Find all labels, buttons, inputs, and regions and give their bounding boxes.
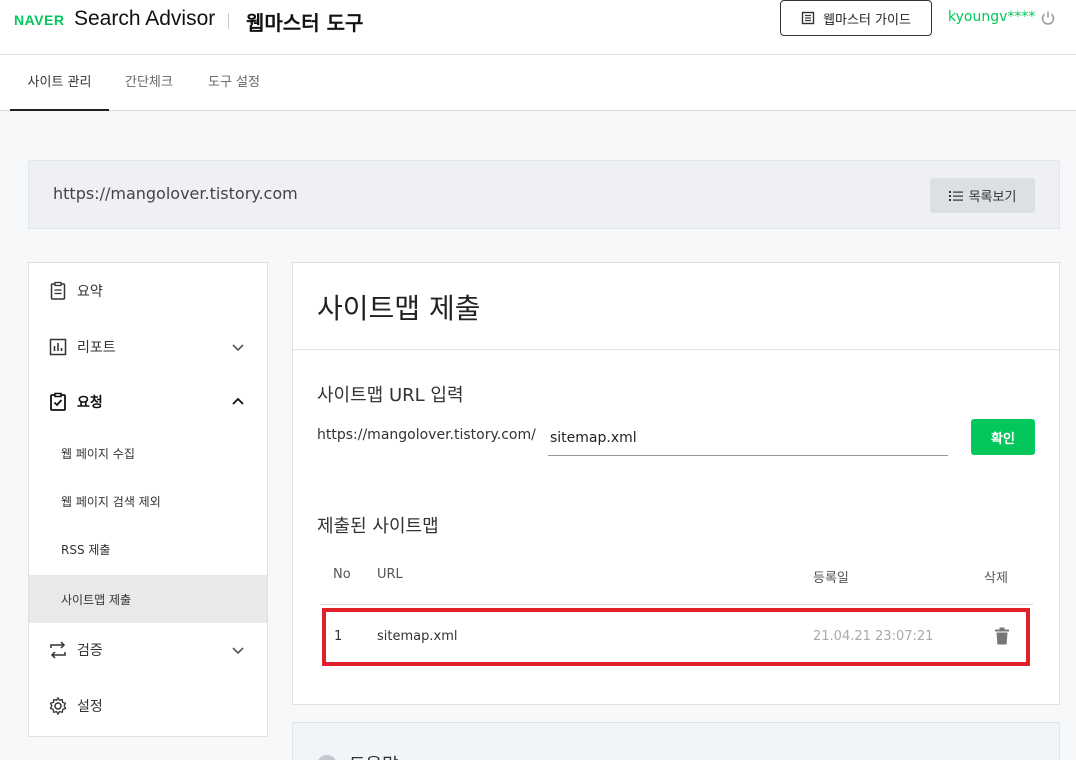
sidebar-sub-web-page-collect[interactable]: 웹 페이지 수집 [29, 429, 267, 477]
column-header-url: URL [377, 567, 403, 582]
user-id[interactable]: kyoungv**** [948, 9, 1035, 25]
clipboard-check-icon [50, 392, 66, 411]
sidebar-item-verify[interactable]: 검증 [29, 625, 267, 675]
sidebar-sub-web-page-exclude[interactable]: 웹 페이지 검색 제외 [29, 477, 267, 525]
confirm-button[interactable]: 확인 [971, 419, 1035, 455]
chevron-up-icon [232, 397, 244, 405]
sidebar-item-label: 요청 [77, 395, 103, 411]
sidebar-item-label: 검증 [77, 643, 103, 659]
sidebar-item-summary[interactable]: 요약 [29, 266, 267, 316]
table-header-divider [320, 604, 1033, 605]
sidebar-sub-label: 사이트맵 제출 [61, 592, 132, 607]
help-heading[interactable]: 도움말 [349, 751, 399, 760]
help-panel: 도움말 [292, 722, 1060, 760]
list-view-button[interactable]: 목록보기 [930, 178, 1035, 213]
url-prefix: https://mangolover.tistory.com/ [317, 427, 536, 443]
sidebar-sub-sitemap-submit[interactable]: 사이트맵 제출 [29, 575, 267, 623]
column-header-delete: 삭제 [984, 571, 1008, 586]
list-button-label: 목록보기 [968, 190, 1017, 205]
sidebar-sub-label: RSS 제출 [61, 542, 111, 557]
sidebar-sub-label: 웹 페이지 검색 제외 [61, 494, 161, 509]
tab-site-management[interactable]: 사이트 관리 [10, 55, 109, 111]
info-icon [317, 755, 337, 760]
sidebar-item-report[interactable]: 리포트 [29, 322, 267, 372]
naver-logo[interactable]: NAVER [14, 12, 64, 28]
sitemap-panel: 사이트맵 제출 사이트맵 URL 입력 https://mangolover.t… [292, 262, 1060, 705]
tab-tool-settings[interactable]: 도구 설정 [208, 55, 260, 111]
chevron-down-icon [232, 344, 244, 352]
column-header-no: No [333, 567, 351, 582]
site-url: https://mangolover.tistory.com [53, 184, 298, 203]
list-icon [948, 190, 963, 201]
top-header: NAVER Search Advisor 웹마스터 도구 웹마스터 가이드 ky… [0, 0, 1076, 55]
brand-subtitle: 웹마스터 도구 [246, 11, 364, 35]
brand-name[interactable]: Search Advisor [74, 7, 215, 31]
guide-button-label: 웹마스터 가이드 [823, 12, 911, 28]
power-icon[interactable] [1040, 10, 1056, 26]
sidebar-sub-rss-submit[interactable]: RSS 제출 [29, 525, 267, 573]
sitemap-url-input[interactable] [548, 420, 948, 456]
sidebar-item-settings[interactable]: 설정 [29, 681, 267, 731]
sidebar-item-label: 설정 [77, 699, 103, 715]
site-bar: https://mangolover.tistory.com 목록보기 [28, 160, 1060, 229]
sidebar-item-label: 요약 [77, 284, 103, 300]
gear-icon [49, 697, 67, 715]
sidebar-item-label: 리포트 [77, 340, 116, 356]
book-icon [801, 11, 815, 25]
highlight-box [322, 608, 1030, 666]
swap-icon [50, 641, 66, 659]
title-divider [293, 349, 1059, 350]
sidebar: 요약 리포트 요청 웹 페이지 수집 웹 페이지 검색 제외 RSS 제출 사이… [28, 262, 268, 737]
submitted-sitemaps-heading: 제출된 사이트맵 [317, 516, 439, 537]
clipboard-icon [50, 281, 66, 300]
sidebar-sub-label: 웹 페이지 수집 [61, 446, 135, 461]
brand-separator [228, 13, 229, 29]
chevron-down-icon [232, 647, 244, 655]
sitemap-input-heading: 사이트맵 URL 입력 [317, 385, 464, 406]
tab-bar: 사이트 관리 간단체크 도구 설정 [0, 55, 1076, 111]
chart-icon [49, 338, 67, 356]
tab-simple-check[interactable]: 간단체크 [125, 55, 173, 111]
webmaster-guide-button[interactable]: 웹마스터 가이드 [780, 0, 932, 36]
sidebar-item-request[interactable]: 요청 [29, 377, 267, 427]
column-header-date: 등록일 [813, 571, 849, 586]
page-title: 사이트맵 제출 [317, 292, 481, 325]
